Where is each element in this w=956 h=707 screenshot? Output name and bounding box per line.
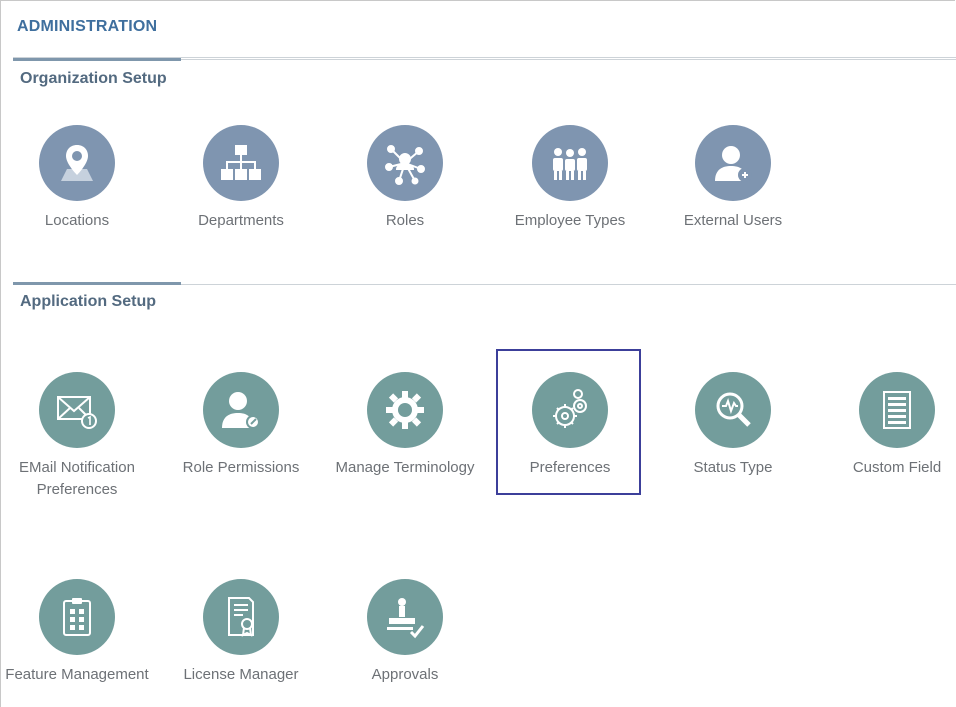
tile-label: Feature Management bbox=[5, 666, 149, 683]
tile-label: Preferences bbox=[529, 459, 611, 476]
org-section-accent bbox=[13, 58, 181, 61]
tile-label: License Manager bbox=[183, 666, 299, 683]
location-pin-icon bbox=[39, 125, 115, 201]
clipboard-feature-icon bbox=[39, 579, 115, 655]
tile-label: Roles bbox=[385, 212, 425, 229]
approvals-tile[interactable]: Approvals bbox=[330, 579, 480, 686]
license-manager-tile[interactable]: License Manager bbox=[166, 579, 316, 686]
employee-group-icon bbox=[532, 125, 608, 201]
gears-icon bbox=[532, 372, 608, 448]
tile-label: Approvals bbox=[371, 666, 439, 683]
locations-tile[interactable]: Locations bbox=[2, 125, 152, 232]
email-notification-icon bbox=[39, 372, 115, 448]
approval-stamp-icon bbox=[367, 579, 443, 655]
departments-tile[interactable]: Departments bbox=[166, 125, 316, 232]
manage-terminology-tile[interactable]: Manage Terminology bbox=[330, 372, 480, 479]
page-title: ADMINISTRATION bbox=[17, 18, 158, 35]
status-type-tile[interactable]: Status Type bbox=[658, 372, 808, 479]
license-certificate-icon bbox=[203, 579, 279, 655]
tile-label: Locations bbox=[44, 212, 110, 229]
custom-field-tile[interactable]: Custom Field bbox=[822, 372, 956, 479]
preferences-tile[interactable]: Preferences bbox=[495, 372, 645, 479]
role-permissions-tile[interactable]: Role Permissions bbox=[166, 372, 316, 479]
tile-label: Departments bbox=[198, 212, 284, 229]
tile-label: Status Type bbox=[693, 459, 773, 476]
tile-label: Employee Types bbox=[514, 212, 626, 229]
tile-label: Custom Field bbox=[852, 459, 942, 476]
user-key-icon bbox=[203, 372, 279, 448]
feature-management-tile[interactable]: Feature Management bbox=[2, 579, 152, 686]
employee-types-tile[interactable]: Employee Types bbox=[495, 125, 645, 232]
status-magnifier-icon bbox=[695, 372, 771, 448]
network-roles-icon bbox=[367, 125, 443, 201]
tile-label: Manage Terminology bbox=[335, 459, 475, 476]
external-user-icon bbox=[695, 125, 771, 201]
terminology-gear-icon bbox=[367, 372, 443, 448]
tile-label: EMail Notification Preferences bbox=[19, 459, 135, 498]
list-form-icon bbox=[859, 372, 935, 448]
app-section-accent bbox=[13, 282, 181, 285]
admin-panel: ADMINISTRATION Organization Setup Locati… bbox=[0, 0, 956, 707]
app-section-title: Application Setup bbox=[20, 293, 156, 310]
tile-label: Role Permissions bbox=[182, 459, 300, 476]
tile-label: External Users bbox=[683, 212, 783, 229]
external-users-tile[interactable]: External Users bbox=[658, 125, 808, 232]
org-chart-icon bbox=[203, 125, 279, 201]
email-notification-preferences-tile[interactable]: EMail Notification Preferences bbox=[2, 372, 152, 501]
org-section-title: Organization Setup bbox=[20, 70, 167, 87]
roles-tile[interactable]: Roles bbox=[330, 125, 480, 232]
